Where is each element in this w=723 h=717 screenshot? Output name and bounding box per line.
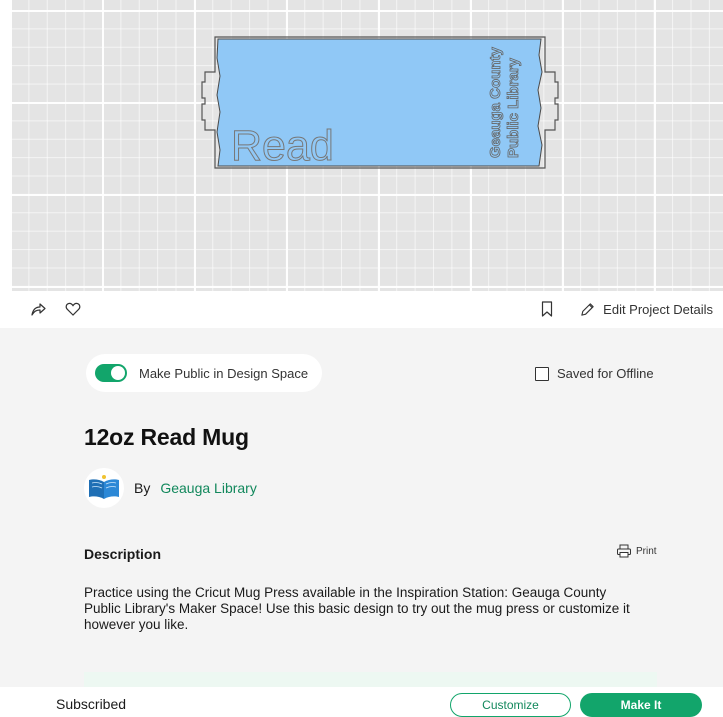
toggle-switch[interactable]	[95, 364, 127, 382]
make-public-label: Make Public in Design Space	[139, 365, 309, 381]
author-avatar[interactable]	[84, 468, 124, 508]
saved-offline-option[interactable]: Saved for Offline	[535, 366, 654, 381]
project-details-panel: Make Public in Design Space Saved for Of…	[0, 328, 723, 715]
print-button[interactable]: Print	[616, 544, 657, 558]
description-heading: Description	[84, 546, 162, 562]
svg-text:Geauga County: Geauga County	[487, 46, 504, 158]
saved-offline-checkbox[interactable]	[535, 366, 549, 381]
pencil-icon	[580, 302, 595, 317]
design-text-library: Geauga County Public Library	[487, 46, 523, 158]
make-it-button[interactable]: Make It	[580, 693, 702, 717]
saved-offline-label: Saved for Offline	[557, 366, 654, 381]
print-label: Print	[636, 545, 657, 557]
printer-icon	[616, 544, 632, 558]
open-book-icon	[89, 475, 119, 499]
footer-bar: Subscribed Customize Make It	[0, 687, 723, 717]
make-public-toggle[interactable]: Make Public in Design Space	[86, 354, 323, 392]
project-title: 12oz Read Mug	[84, 424, 249, 450]
mug-wrap-design: Read Geauga County Public Library	[201, 36, 559, 171]
project-actions-bar: Edit Project Details	[0, 291, 723, 328]
heart-icon[interactable]	[64, 300, 82, 318]
bookmark-icon[interactable]	[539, 300, 555, 318]
customize-button[interactable]: Customize	[450, 693, 571, 717]
edit-project-details-label: Edit Project Details	[603, 302, 713, 317]
edit-project-details-link[interactable]: Edit Project Details	[580, 291, 713, 328]
by-label: By	[134, 480, 151, 496]
author-row: By Geauga Library	[84, 468, 257, 508]
description-text: Practice using the Cricut Mug Press avai…	[84, 585, 630, 632]
author-name-link[interactable]: Geauga Library	[160, 480, 257, 496]
design-canvas-preview: Read Geauga County Public Library	[10, 0, 723, 291]
share-arrow-icon[interactable]	[29, 300, 47, 318]
subscription-status: Subscribed	[56, 696, 127, 712]
design-text-read: Read	[231, 122, 334, 170]
svg-text:Public Library: Public Library	[505, 57, 522, 158]
